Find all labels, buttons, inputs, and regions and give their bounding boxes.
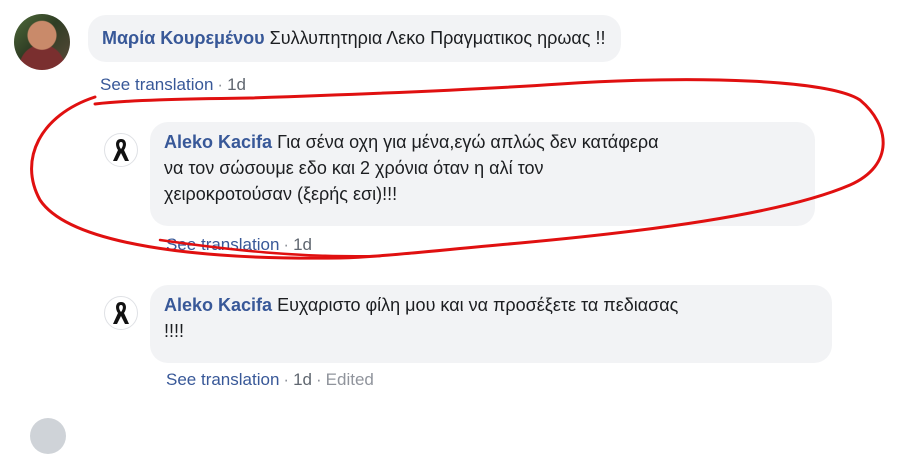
- red-annotation-circle: [30, 78, 885, 260]
